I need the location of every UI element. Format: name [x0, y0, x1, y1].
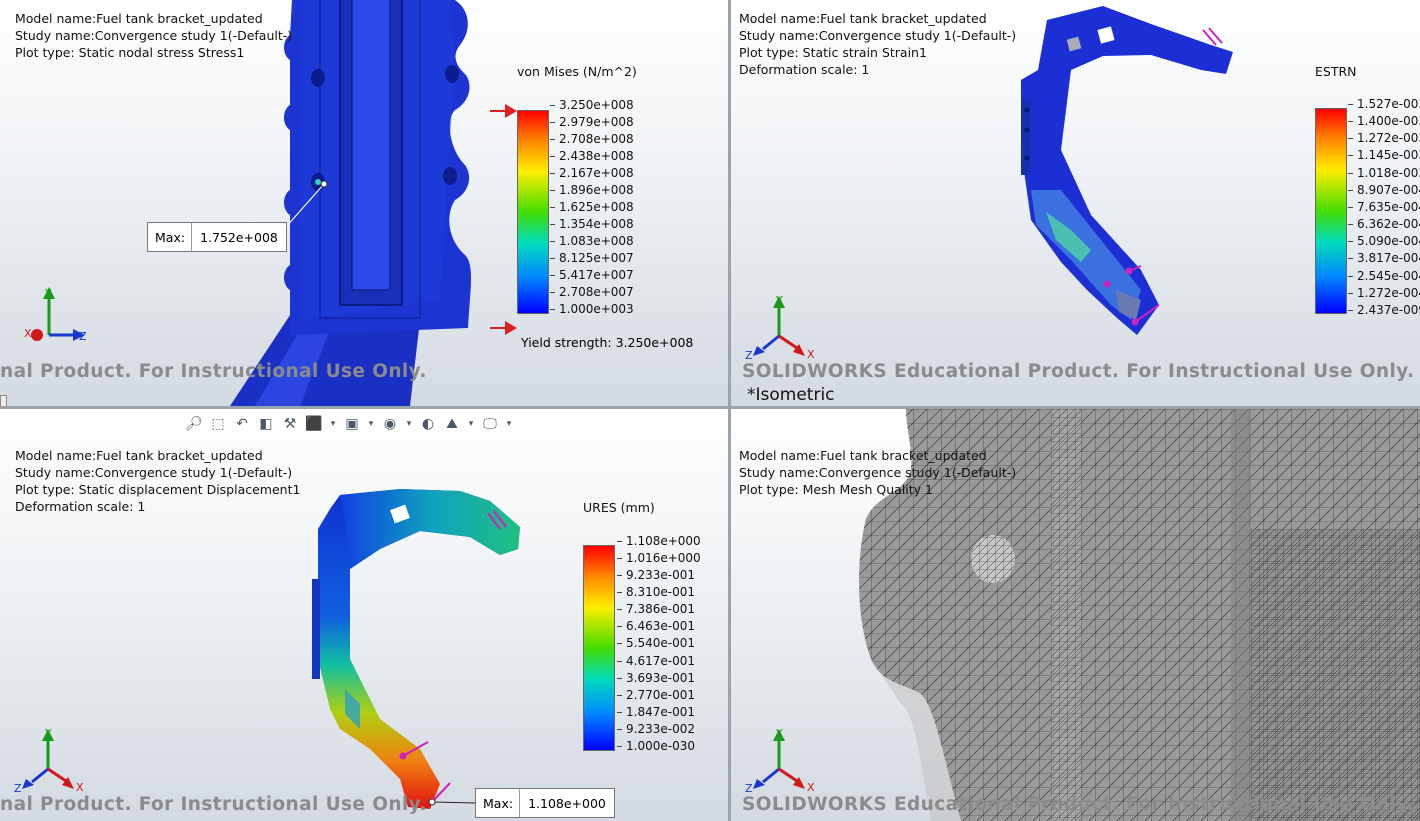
legend-title: ESTRN: [1315, 64, 1357, 79]
legend-tick-label: 1.847e-001: [617, 706, 701, 718]
triad-axes-icon: Y Z X: [745, 727, 815, 795]
legend-tick-label: 6.463e-001: [617, 620, 701, 632]
displacement-info: Model name:Fuel tank bracket_updated Stu…: [15, 447, 300, 515]
max-value: 1.752e+008: [200, 229, 278, 245]
legend-tick-label: 1.000e+003: [550, 302, 634, 316]
deformation-scale: Deformation scale: 1: [15, 499, 146, 514]
legend-title: URES (mm): [583, 500, 655, 515]
legend-tick-label: 1.354e+008: [550, 217, 634, 231]
legend-ticks: 1.108e+000 1.016e+000 9.233e-001 8.310e-001…: [617, 534, 701, 752]
model-name: Model name:Fuel tank bracket_updated: [739, 448, 987, 463]
mesh-viewport[interactable]: Model name:Fuel tank bracket_updated Stu…: [731, 409, 1420, 821]
axis-y-label: Y: [44, 727, 52, 740]
legend-tick-label: 1.527e-003: [1348, 98, 1420, 110]
legend-tick-label: 2.167e+008: [550, 166, 634, 180]
legend-ticks: 1.527e-003 1.400e-003 1.272e-003 1.145e-003…: [1348, 98, 1420, 316]
study-name: Study name:Convergence study 1(-Default-…: [15, 28, 293, 43]
color-bar: [583, 545, 615, 751]
legend-tick-label: 9.233e-002: [617, 723, 701, 735]
watermark: SOLIDWORKS Educational Product. For Inst…: [742, 794, 1415, 815]
watermark: nal Product. For Instructional Use Only.: [0, 794, 427, 815]
legend-ticks: 3.250e+008 2.979e+008 2.708e+008 2.438e+008…: [550, 98, 634, 316]
triad-axes-icon: Y Z X: [745, 294, 815, 362]
legend-tick-label: 1.625e+008: [550, 200, 634, 214]
legend-tick-label: 1.145e-003: [1348, 149, 1420, 161]
max-key: Max:: [476, 789, 521, 817]
strain-viewport[interactable]: Model name:Fuel tank bracket_updated Stu…: [731, 0, 1420, 406]
watermark: nal Product. For Instructional Use Only.: [0, 361, 427, 382]
plot-type: Plot type: Static displacement Displacem…: [15, 482, 301, 497]
legend-tick-label: 8.125e+007: [550, 251, 634, 265]
legend-tick-label: 1.000e-030: [617, 740, 701, 752]
triad-axes-icon: Y X Z: [24, 287, 87, 343]
legend-title: von Mises (N/m^2): [517, 64, 637, 79]
max-value: 1.108e+000: [528, 795, 606, 811]
axis-y-label: Y: [44, 287, 52, 300]
yield-strength-label: Yield strength: 3.250e+008: [521, 335, 694, 350]
view-orientation-label: *Isometric: [747, 385, 835, 405]
axis-x-label: X: [807, 348, 815, 361]
axis-y-label: Y: [775, 727, 783, 740]
legend-tick-label: 7.635e-004: [1348, 201, 1420, 213]
legend-tick-label: 3.817e-004: [1348, 252, 1420, 264]
model-name: Model name:Fuel tank bracket_updated: [15, 448, 263, 463]
max-annotation[interactable]: Max: 1.752e+008: [147, 222, 287, 252]
max-annotation[interactable]: Max: 1.108e+000: [475, 788, 615, 818]
displacement-viewport[interactable]: 🔎︎ ⬚ ↶ ◧ ⚒ ⬛ ▾ ▣ ▾ ◉ ▾ ◐ ⛰ ▾ 🖵︎ ▾ Model …: [0, 409, 728, 821]
legend-tick-label: 1.108e+000: [617, 534, 701, 548]
legend-tick-label: 2.545e-004: [1348, 270, 1420, 282]
max-key: Max:: [148, 223, 193, 251]
legend-tick-label: 1.896e+008: [550, 183, 634, 197]
legend-tick-label: 5.417e+007: [550, 268, 634, 282]
legend-tick-label: 5.090e-004: [1348, 235, 1420, 247]
plot-type: Plot type: Static strain Strain1: [739, 45, 927, 60]
stress-info: Model name:Fuel tank bracket_updated Stu…: [15, 10, 292, 61]
legend-tick-label: 1.016e+000: [617, 551, 701, 566]
legend-tick-label: 2.438e+008: [550, 149, 634, 163]
legend-tick-label: 1.018e-003: [1348, 167, 1420, 179]
deformation-scale: Deformation scale: 1: [739, 62, 870, 77]
color-bar: [1315, 108, 1347, 314]
axis-z-label: Z: [79, 330, 87, 343]
mesh-info: Model name:Fuel tank bracket_updated Stu…: [739, 447, 1016, 498]
legend-tick-label: 6.362e-004: [1348, 218, 1420, 230]
legend-tick-label: 5.540e-001: [617, 637, 701, 649]
panel-collapse-handle[interactable]: [0, 395, 7, 406]
legend-tick-label: 8.310e-001: [617, 586, 701, 598]
axis-x-label: X: [807, 781, 815, 794]
strain-info: Model name:Fuel tank bracket_updated Stu…: [739, 10, 1016, 78]
plot-type: Plot type: Static nodal stress Stress1: [15, 45, 245, 60]
model-name: Model name:Fuel tank bracket_updated: [15, 11, 263, 26]
legend-tick-label: 3.693e-001: [617, 672, 701, 684]
study-name: Study name:Convergence study 1(-Default-…: [739, 28, 1017, 43]
triad-axes-icon: Y Z X: [14, 727, 84, 795]
legend-tick-label: 1.272e-003: [1348, 132, 1420, 144]
axis-y-label: Y: [775, 294, 783, 307]
legend-tick-label: 1.083e+008: [550, 234, 634, 248]
legend-tick-label: 7.386e-001: [617, 603, 701, 615]
legend-tick-label: 2.979e+008: [550, 115, 634, 129]
study-name: Study name:Convergence study 1(-Default-…: [739, 465, 1017, 480]
stress-viewport[interactable]: Model name:Fuel tank bracket_updated Stu…: [0, 0, 728, 406]
plot-type: Plot type: Mesh Mesh Quality 1: [739, 482, 934, 497]
legend-tick-label: 9.233e-001: [617, 569, 701, 581]
legend-tick-label: 1.272e-004: [1348, 287, 1420, 299]
legend-tick-label: 4.617e-001: [617, 655, 701, 667]
legend-tick-label: 2.437e-009: [1348, 304, 1420, 316]
axis-x-label: X: [24, 327, 32, 340]
watermark: SOLIDWORKS Educational Product. For Inst…: [742, 361, 1415, 382]
legend-tick-label: 3.250e+008: [550, 98, 634, 112]
legend-tick-label: 8.907e-004: [1348, 184, 1420, 196]
color-bar: [517, 110, 549, 314]
legend-tick-label: 1.400e-003: [1348, 115, 1420, 127]
legend-tick-label: 2.770e-001: [617, 689, 701, 701]
legend-tick-label: 2.708e+007: [550, 285, 634, 299]
model-name: Model name:Fuel tank bracket_updated: [739, 11, 987, 26]
axis-x-label: X: [76, 781, 84, 794]
study-name: Study name:Convergence study 1(-Default-…: [15, 465, 293, 480]
legend-tick-label: 2.708e+008: [550, 132, 634, 146]
